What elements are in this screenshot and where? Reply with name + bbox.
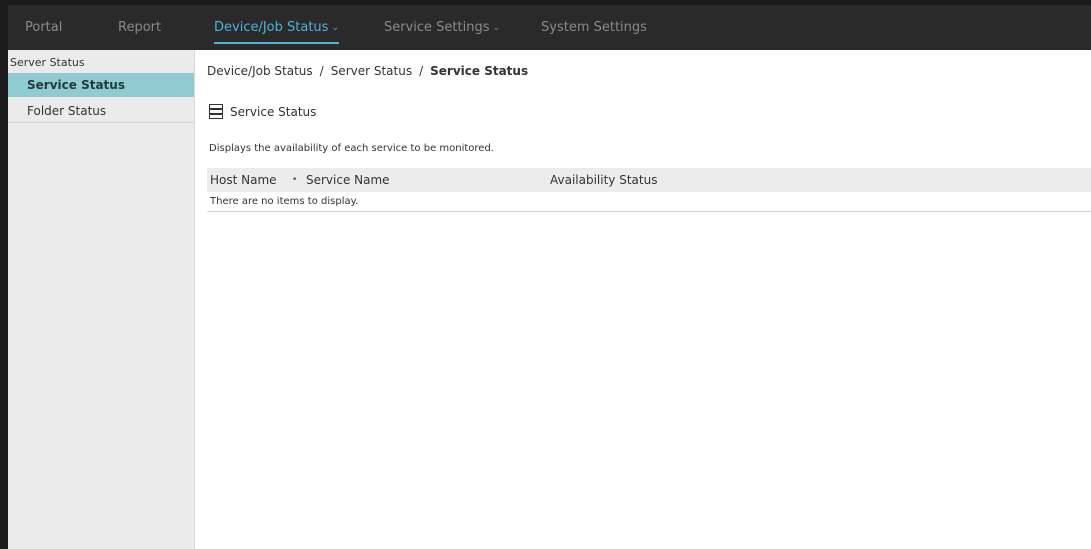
column-header-availability-status[interactable]: Availability Status — [550, 168, 657, 192]
nav-item-portal[interactable]: Portal — [25, 5, 62, 50]
sidebar: Server Status Service Status Folder Stat… — [8, 50, 195, 549]
breadcrumb-item[interactable]: Server Status — [331, 64, 412, 78]
nav-item-service-settings[interactable]: Service Settings ⌄ — [384, 5, 500, 50]
table-empty-message: There are no items to display. — [207, 192, 1091, 212]
breadcrumb-separator: / — [319, 64, 324, 78]
sidebar-item-label: Service Status — [27, 78, 125, 92]
chevron-down-icon: ⌄ — [331, 23, 339, 33]
nav-item-device-job-status[interactable]: Device/Job Status ⌄ — [214, 5, 339, 50]
breadcrumb-separator: / — [419, 64, 424, 78]
nav-item-report[interactable]: Report — [118, 5, 161, 50]
top-navigation-bar: Portal Report Device/Job Status ⌄ Service… — [8, 5, 1091, 50]
breadcrumb: Device/Job Status / Server Status / Service … — [207, 64, 528, 78]
sidebar-item-label: Folder Status — [27, 104, 107, 118]
breadcrumb-current: Service Status — [430, 64, 529, 78]
nav-item-label: Portal — [25, 20, 63, 35]
column-header-service-name[interactable]: Service Name — [306, 168, 390, 192]
page-description: Displays the availability of each servic… — [209, 143, 494, 154]
nav-item-label: System Settings — [541, 20, 647, 35]
nav-item-label: Report — [118, 20, 162, 35]
nav-item-label: Service Settings — [384, 20, 490, 35]
page-title: Service Status — [230, 104, 317, 119]
app-window: Portal Report Device/Job Status ⌄ Service… — [0, 0, 1091, 549]
chevron-down-icon: ⌄ — [492, 23, 501, 33]
table-header: Host Name • Service Name Availability St… — [207, 168, 1091, 192]
service-status-table: Host Name • Service Name Availability St… — [207, 168, 1091, 212]
column-header-host-name[interactable]: Host Name — [210, 168, 277, 192]
breadcrumb-item[interactable]: Device/Job Status — [207, 64, 313, 78]
main-content: Device/Job Status / Server Status / Service … — [195, 50, 1091, 549]
sidebar-group-label: Server Status — [10, 56, 85, 69]
sort-indicator-icon: • — [292, 175, 298, 185]
server-icon — [209, 104, 223, 119]
sidebar-item-folder-status[interactable]: Folder Status — [8, 99, 194, 123]
nav-item-label: Device/Job Status — [214, 20, 329, 35]
nav-item-system-settings[interactable]: System Settings — [541, 5, 647, 50]
section-header: Service Status — [209, 104, 316, 119]
sidebar-item-service-status[interactable]: Service Status — [8, 73, 194, 97]
